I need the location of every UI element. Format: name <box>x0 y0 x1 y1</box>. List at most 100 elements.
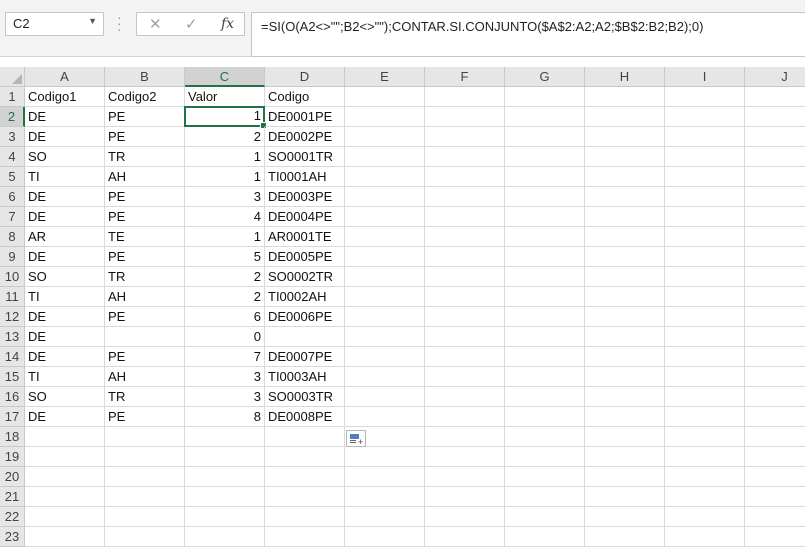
cell-g15[interactable] <box>505 367 585 387</box>
cell-f23[interactable] <box>425 527 505 547</box>
cell-c12[interactable]: 6 <box>185 307 265 327</box>
cell-j3[interactable] <box>745 127 805 147</box>
cell-h16[interactable] <box>585 387 665 407</box>
cell-e15[interactable] <box>345 367 425 387</box>
cell-j9[interactable] <box>745 247 805 267</box>
cell-b15[interactable]: AH <box>105 367 185 387</box>
cell-h13[interactable] <box>585 327 665 347</box>
cell-h12[interactable] <box>585 307 665 327</box>
row-header-7[interactable]: 7 <box>0 207 25 227</box>
cell-d6[interactable]: DE0003PE <box>265 187 345 207</box>
cell-j15[interactable] <box>745 367 805 387</box>
cell-a14[interactable]: DE <box>25 347 105 367</box>
cell-j18[interactable] <box>745 427 805 447</box>
row-header-21[interactable]: 21 <box>0 487 25 507</box>
cell-e10[interactable] <box>345 267 425 287</box>
cell-h7[interactable] <box>585 207 665 227</box>
cell-e6[interactable] <box>345 187 425 207</box>
cell-d15[interactable]: TI0003AH <box>265 367 345 387</box>
cell-a3[interactable]: DE <box>25 127 105 147</box>
row-header-3[interactable]: 3 <box>0 127 25 147</box>
cell-g5[interactable] <box>505 167 585 187</box>
cell-e14[interactable] <box>345 347 425 367</box>
row-header-20[interactable]: 20 <box>0 467 25 487</box>
cell-e20[interactable] <box>345 467 425 487</box>
cell-e16[interactable] <box>345 387 425 407</box>
cell-b21[interactable] <box>105 487 185 507</box>
cell-e19[interactable] <box>345 447 425 467</box>
cell-e4[interactable] <box>345 147 425 167</box>
cell-g4[interactable] <box>505 147 585 167</box>
cell-i18[interactable] <box>665 427 745 447</box>
cell-c19[interactable] <box>185 447 265 467</box>
cell-g7[interactable] <box>505 207 585 227</box>
cell-a9[interactable]: DE <box>25 247 105 267</box>
cell-f4[interactable] <box>425 147 505 167</box>
cell-c20[interactable] <box>185 467 265 487</box>
cell-g16[interactable] <box>505 387 585 407</box>
row-header-17[interactable]: 17 <box>0 407 25 427</box>
cell-d17[interactable]: DE0008PE <box>265 407 345 427</box>
cell-j12[interactable] <box>745 307 805 327</box>
cell-h22[interactable] <box>585 507 665 527</box>
cell-b8[interactable]: TE <box>105 227 185 247</box>
cell-c4[interactable]: 1 <box>185 147 265 167</box>
cell-g10[interactable] <box>505 267 585 287</box>
cell-i3[interactable] <box>665 127 745 147</box>
cell-d16[interactable]: SO0003TR <box>265 387 345 407</box>
cell-g11[interactable] <box>505 287 585 307</box>
cell-a2[interactable]: DE <box>25 107 105 127</box>
row-header-18[interactable]: 18 <box>0 427 25 447</box>
row-header-23[interactable]: 23 <box>0 527 25 547</box>
cell-d3[interactable]: DE0002PE <box>265 127 345 147</box>
cell-i12[interactable] <box>665 307 745 327</box>
cell-g21[interactable] <box>505 487 585 507</box>
cell-b20[interactable] <box>105 467 185 487</box>
cell-f16[interactable] <box>425 387 505 407</box>
cell-d7[interactable]: DE0004PE <box>265 207 345 227</box>
cell-d2[interactable]: DE0001PE <box>265 107 345 127</box>
cell-g2[interactable] <box>505 107 585 127</box>
cell-a18[interactable] <box>25 427 105 447</box>
row-header-8[interactable]: 8 <box>0 227 25 247</box>
cell-f1[interactable] <box>425 87 505 107</box>
cell-e7[interactable] <box>345 207 425 227</box>
cell-f3[interactable] <box>425 127 505 147</box>
cell-g8[interactable] <box>505 227 585 247</box>
cell-e2[interactable] <box>345 107 425 127</box>
cell-j8[interactable] <box>745 227 805 247</box>
column-header-c[interactable]: C <box>185 67 265 87</box>
formula-input[interactable]: =SI(O(A2<>"";B2<>"");CONTAR.SI.CONJUNTO(… <box>251 12 805 57</box>
cell-g9[interactable] <box>505 247 585 267</box>
row-header-5[interactable]: 5 <box>0 167 25 187</box>
cell-i11[interactable] <box>665 287 745 307</box>
cell-h21[interactable] <box>585 487 665 507</box>
cell-a13[interactable]: DE <box>25 327 105 347</box>
cell-g12[interactable] <box>505 307 585 327</box>
cell-b22[interactable] <box>105 507 185 527</box>
cell-j6[interactable] <box>745 187 805 207</box>
cell-c3[interactable]: 2 <box>185 127 265 147</box>
column-header-b[interactable]: B <box>105 67 185 87</box>
cell-g22[interactable] <box>505 507 585 527</box>
cell-e1[interactable] <box>345 87 425 107</box>
cell-b2[interactable]: PE <box>105 107 185 127</box>
cell-c6[interactable]: 3 <box>185 187 265 207</box>
column-header-h[interactable]: H <box>585 67 665 87</box>
cell-i20[interactable] <box>665 467 745 487</box>
cell-c10[interactable]: 2 <box>185 267 265 287</box>
cell-d21[interactable] <box>265 487 345 507</box>
cell-c18[interactable] <box>185 427 265 447</box>
cell-j13[interactable] <box>745 327 805 347</box>
cell-i14[interactable] <box>665 347 745 367</box>
cell-b23[interactable] <box>105 527 185 547</box>
cell-i6[interactable] <box>665 187 745 207</box>
cell-a20[interactable] <box>25 467 105 487</box>
cell-a10[interactable]: SO <box>25 267 105 287</box>
row-header-12[interactable]: 12 <box>0 307 25 327</box>
cell-b11[interactable]: AH <box>105 287 185 307</box>
cell-h20[interactable] <box>585 467 665 487</box>
cell-e11[interactable] <box>345 287 425 307</box>
cell-h6[interactable] <box>585 187 665 207</box>
cell-a1[interactable]: Codigo1 <box>25 87 105 107</box>
